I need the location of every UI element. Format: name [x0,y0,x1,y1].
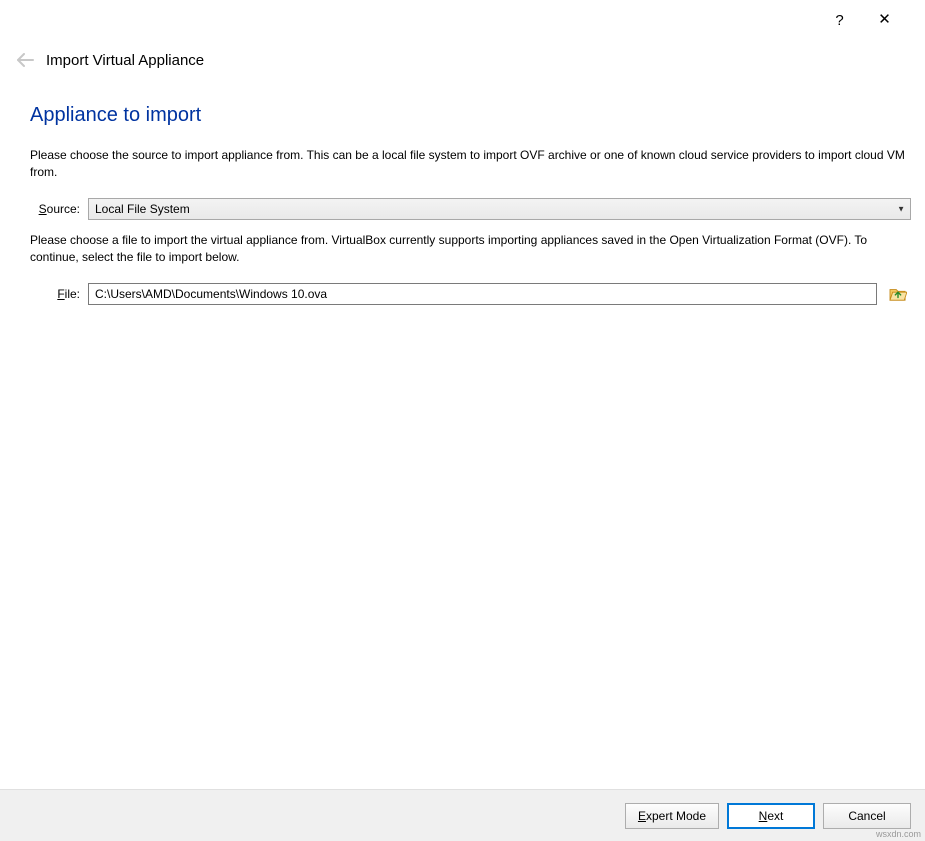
source-select-value: Local File System [88,198,911,220]
back-arrow-icon [16,53,34,67]
browse-button[interactable] [885,283,911,305]
file-description: Please choose a file to import the virtu… [30,232,910,267]
next-button[interactable]: Next [727,803,815,829]
cancel-button[interactable]: Cancel [823,803,911,829]
watermark: wsxdn.com [876,829,921,839]
expert-mode-button[interactable]: Expert Mode [625,803,719,829]
file-label: File: [30,287,88,301]
wizard-title: Import Virtual Appliance [46,52,204,69]
file-input-value: C:\Users\AMD\Documents\Windows 10.ova [95,287,327,301]
back-button[interactable] [14,49,36,71]
folder-open-icon [889,286,907,302]
close-button[interactable]: ✕ [862,5,907,35]
title-bar: ? ✕ [0,0,925,40]
source-select[interactable]: Local File System ▼ [88,198,911,220]
file-input[interactable]: C:\Users\AMD\Documents\Windows 10.ova [88,283,877,305]
file-row: File: C:\Users\AMD\Documents\Windows 10.… [30,283,911,305]
source-description: Please choose the source to import appli… [30,147,910,182]
help-icon: ? [835,12,843,29]
wizard-footer: Expert Mode Next Cancel [0,789,925,841]
source-row: Source: Local File System ▼ [30,198,911,220]
source-label: Source: [30,202,88,216]
wizard-header: Import Virtual Appliance [0,40,925,80]
chevron-down-icon: ▼ [897,204,905,213]
wizard-content: Appliance to import Please choose the so… [0,80,925,789]
close-icon: ✕ [878,12,891,27]
help-button[interactable]: ? [817,5,862,35]
page-heading: Appliance to import [30,104,911,127]
